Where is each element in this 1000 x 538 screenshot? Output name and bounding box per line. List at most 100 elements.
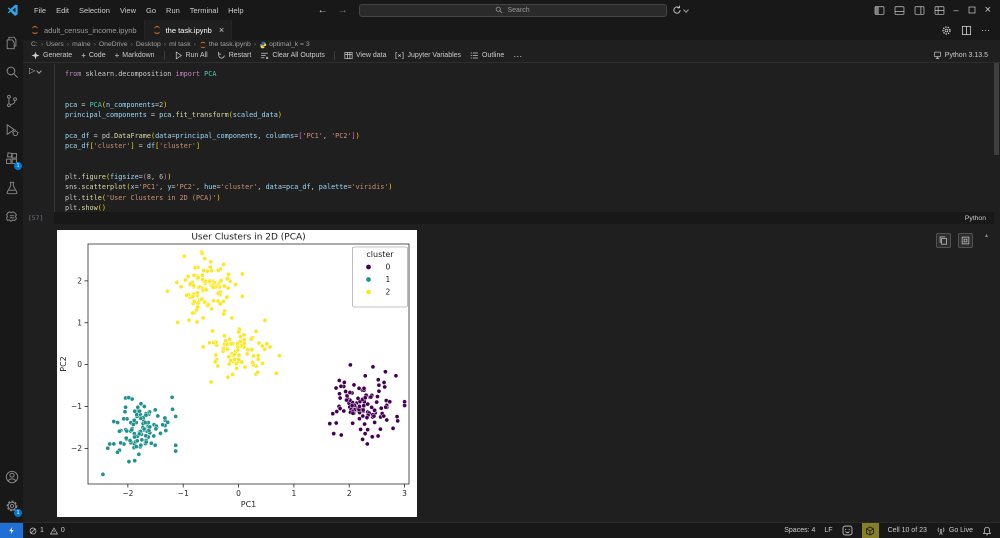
toolbar-more-button[interactable]: ··· [513, 51, 522, 61]
breadcrumb-item[interactable]: optimal_k = 3 [269, 41, 310, 48]
code-line[interactable]: plt.figure(figsize=(8, 6)) [65, 172, 392, 182]
customize-layout-icon[interactable] [934, 5, 945, 16]
breadcrumb-separator: › [130, 41, 133, 48]
settings-gear-icon[interactable]: 1 [0, 491, 23, 520]
go-live-button[interactable]: Go Live [936, 526, 973, 536]
sidebar-item-data-extension[interactable] [0, 202, 23, 231]
run-all-button[interactable]: Run All [174, 51, 208, 60]
svg-text:PC1: PC1 [241, 500, 257, 509]
code-line[interactable]: principal_components = pca.fit_transform… [65, 110, 392, 120]
svg-text:−1: −1 [71, 402, 82, 411]
code-line[interactable] [65, 162, 392, 172]
breadcrumb-separator: › [163, 41, 167, 48]
editor-scrollbar[interactable] [994, 63, 999, 155]
nav-forward-icon[interactable]: → [333, 5, 353, 16]
copy-output-button[interactable] [936, 233, 951, 248]
breadcrumb-item[interactable]: OneDrive [99, 41, 128, 48]
tab-close-icon[interactable]: × [219, 25, 224, 35]
code-line[interactable]: pca_df = pd.DataFrame(data=principal_com… [65, 131, 392, 141]
menu-item-terminal[interactable]: Terminal [185, 6, 223, 15]
breadcrumb-item[interactable]: the task.ipynb [209, 41, 251, 48]
menu-item-help[interactable]: Help [223, 6, 248, 15]
sidebar-item-search[interactable] [0, 57, 23, 86]
code-line[interactable] [65, 120, 392, 130]
outline-button[interactable]: Outline [470, 51, 504, 60]
open-output-button[interactable] [958, 233, 973, 248]
broadcast-icon [936, 526, 946, 536]
cell-position-indicator[interactable]: Cell 10 of 23 [888, 527, 927, 534]
menu-item-view[interactable]: View [115, 6, 141, 15]
code-line[interactable]: plt.title('User Clusters in 2D (PCA)') [65, 193, 392, 203]
sidebar-item-explorer[interactable] [0, 28, 23, 57]
minimize-button[interactable]: – [954, 5, 959, 15]
breadcrumb-item[interactable]: ml task [169, 41, 191, 48]
more-actions-icon[interactable]: ··· [981, 25, 990, 35]
code-line[interactable]: sns.scatterplot(x='PC1', y='PC2', hue='c… [65, 182, 392, 192]
add-code-button[interactable]: + Code [81, 51, 105, 60]
kernel-label: Python 3.13.5 [944, 52, 988, 59]
svg-text:−2: −2 [122, 489, 133, 498]
window-controls: – × [874, 4, 1000, 16]
extensions-badge: 1 [14, 162, 22, 170]
copilot-button[interactable] [672, 5, 689, 15]
split-editor-icon[interactable] [961, 25, 972, 36]
cell-status-bar: Python [54, 212, 994, 224]
warning-count: 0 [60, 527, 65, 534]
generate-button[interactable]: Generate [31, 51, 72, 60]
cell-language-label[interactable]: Python [965, 215, 986, 222]
remote-indicator[interactable] [0, 522, 23, 538]
problems-indicator[interactable]: 1 0 [29, 526, 65, 535]
sidebar-item-run-debug[interactable] [0, 115, 23, 144]
view-data-button[interactable]: View data [344, 51, 386, 60]
toggle-secondary-sidebar-icon[interactable] [914, 5, 925, 16]
breadcrumb-item[interactable]: Desktop [136, 41, 161, 48]
nav-back-icon[interactable]: ← [313, 5, 333, 16]
chevron-down-icon [36, 68, 43, 74]
tab-the-task[interactable]: the task.ipynb × [144, 20, 233, 40]
close-button[interactable]: × [985, 4, 991, 16]
toggle-sidebar-icon[interactable] [874, 5, 885, 16]
add-markdown-button[interactable]: + Markdown [115, 51, 155, 60]
chevron-down-icon [682, 7, 689, 13]
tab-adult-census-income[interactable]: adult_census_income.ipynb [23, 20, 145, 40]
menu-item-file[interactable]: File [29, 6, 51, 15]
menu-item-selection[interactable]: Selection [74, 6, 115, 15]
editor-settings-icon[interactable] [941, 25, 952, 36]
code-line[interactable] [65, 79, 392, 89]
clear-outputs-button[interactable]: Clear All Outputs [260, 51, 325, 60]
restart-button[interactable]: Restart [217, 51, 251, 60]
collapse-output-icon[interactable]: ▴ [985, 232, 988, 239]
maximize-button[interactable] [968, 6, 976, 14]
kernel-picker[interactable]: Python 3.13.5 [933, 51, 1000, 60]
breadcrumb-item[interactable]: C: [31, 41, 38, 48]
code-line[interactable]: pca_df['cluster'] = df['cluster'] [65, 141, 392, 151]
sidebar-item-testing[interactable] [0, 173, 23, 202]
menu-item-edit[interactable]: Edit [51, 6, 74, 15]
menu-item-run[interactable]: Run [161, 6, 185, 15]
account-icon[interactable] [0, 462, 23, 491]
code-cell-editor[interactable]: from sklearn.decomposition import PCA pca… [65, 69, 392, 213]
search-input[interactable]: Search [358, 3, 667, 17]
jupyter-variables-button[interactable]: Jupyter Variables [395, 51, 461, 60]
code-line[interactable]: pca = PCA(n_components=2) [65, 100, 392, 110]
eol-indicator[interactable]: LF [824, 527, 832, 534]
cell-run-button[interactable]: ▷ [29, 66, 43, 75]
code-line[interactable]: from sklearn.decomposition import PCA [65, 69, 392, 79]
code-line[interactable] [65, 90, 392, 100]
feedback-smiley-icon[interactable] [842, 525, 853, 536]
notifications-bell-icon[interactable] [982, 526, 992, 536]
breadcrumb-separator: › [66, 41, 70, 48]
sidebar-item-extensions[interactable]: 1 [0, 144, 23, 173]
output-actions [936, 233, 973, 248]
breadcrumb-item[interactable]: Users [46, 41, 64, 48]
sidebar-item-source-control[interactable] [0, 86, 23, 115]
spaces-indicator[interactable]: Spaces: 4 [784, 527, 815, 534]
menu-item-go[interactable]: Go [141, 6, 161, 15]
toggle-panel-icon[interactable] [894, 5, 905, 16]
status-bar-right: Spaces: 4 LF Cell 10 of 23 Go Live [784, 522, 1000, 538]
breadcrumb-item[interactable]: malne [72, 41, 91, 48]
breadcrumb-separator: › [40, 41, 44, 48]
code-line[interactable] [65, 151, 392, 161]
status-bar: 1 0 Spaces: 4 LF Cell 10 of 23 Go Live [0, 522, 1000, 538]
formatter-status-icon[interactable] [861, 522, 879, 538]
